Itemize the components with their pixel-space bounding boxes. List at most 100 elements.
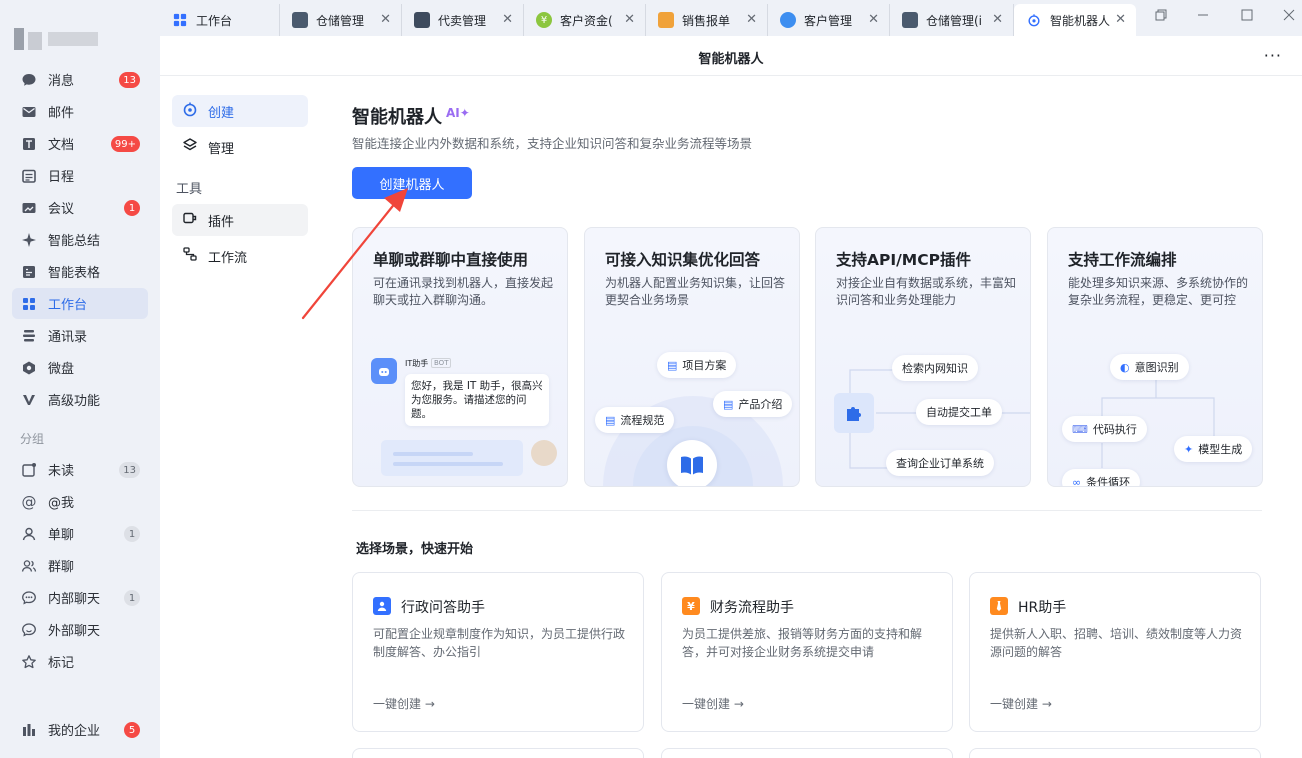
sidebar-item-docs[interactable]: 文档 99+ — [12, 128, 148, 159]
workflow-icon — [182, 246, 198, 266]
section-divider — [352, 510, 1262, 511]
close-icon[interactable]: ✕ — [746, 12, 757, 27]
tab-consignment[interactable]: 代卖管理 ✕ — [402, 4, 524, 36]
group-item-mentions[interactable]: @ @我 — [12, 486, 148, 517]
intent-icon: ◐ — [1120, 360, 1130, 374]
create-robot-button[interactable]: 创建机器人 — [352, 167, 472, 199]
sidebar-item-label: 消息 — [48, 74, 75, 89]
scene-card-finance[interactable]: ¥ 财务流程助手 为员工提供差旅、报销等财务方面的支持和解答，并可对接企业财务系… — [661, 572, 953, 732]
sidebar-item-drive[interactable]: 微盘 — [12, 352, 148, 383]
close-icon[interactable]: ✕ — [992, 12, 1003, 27]
table-icon — [20, 263, 38, 281]
unread-badge: 13 — [119, 72, 140, 88]
group-item-label: @我 — [48, 496, 75, 511]
tab-customer-mgmt[interactable]: 客户管理 ✕ — [768, 4, 890, 36]
feature-card-chat: 单聊或群聊中直接使用 可在通讯录找到机器人，直接发起聊天或拉入群聊沟通。 IT助… — [352, 227, 568, 487]
sidebar-item-label: 智能总结 — [48, 234, 101, 249]
subnav-workflow[interactable]: 工作流 — [172, 240, 308, 272]
group-item-direct[interactable]: 单聊 1 — [12, 518, 148, 549]
unread-badge: 99+ — [110, 136, 140, 152]
user-avatar[interactable] — [14, 28, 98, 50]
bot-avatar-icon — [371, 358, 397, 384]
sidebar-item-messages[interactable]: 消息 13 — [12, 64, 148, 95]
sidebar-item-workbench[interactable]: 工作台 — [12, 288, 148, 319]
sidebar-item-mail[interactable]: 邮件 — [12, 96, 148, 127]
sidebar-item-contacts[interactable]: 通讯录 — [12, 320, 148, 351]
group-item-internal[interactable]: 内部聊天 1 — [12, 582, 148, 613]
plugin-pill: 查询企业订单系统 — [886, 450, 994, 476]
tab-warehouse[interactable]: 仓储管理 ✕ — [280, 4, 402, 36]
group-item-label: 单聊 — [48, 528, 75, 543]
subnav-plugin[interactable]: 插件 — [172, 204, 308, 236]
tab-label: 智能机器人 — [1050, 13, 1111, 28]
restore-window-icon[interactable] — [1152, 6, 1170, 24]
sidebar-item-label: 文档 — [48, 138, 75, 153]
group-item-starred[interactable]: 标记 — [12, 646, 148, 677]
tab-sales-report[interactable]: 销售报单 ✕ — [646, 4, 768, 36]
tab-warehouse-2[interactable]: 仓储管理(i ✕ — [890, 4, 1014, 36]
hero-description: 智能连接企业内外数据和系统，支持企业知识问答和复杂业务流程等场景 — [352, 136, 753, 151]
sidebar-item-label: 高级功能 — [48, 394, 101, 409]
sidebar-item-calendar[interactable]: 日程 — [12, 160, 148, 191]
scene-description: 为员工提供差旅、报销等财务方面的支持和解答，并可对接企业财务系统提交申请 — [682, 627, 923, 659]
hero-title: 智能机器人 — [352, 107, 442, 128]
app-thumbnail-icon — [292, 12, 308, 28]
subnav-label: 创建 — [208, 105, 235, 121]
close-icon[interactable]: ✕ — [380, 12, 391, 27]
scene-card-partial[interactable] — [661, 748, 953, 758]
group-item-label: 标记 — [48, 656, 75, 671]
person-badge-icon — [373, 597, 391, 615]
tab-label: 代卖管理 — [438, 13, 487, 28]
scene-section-title: 选择场景，快速开始 — [356, 542, 474, 557]
person-icon — [20, 525, 38, 543]
unread-square-icon — [20, 461, 38, 479]
loop-icon: ∞ — [1072, 475, 1082, 487]
close-icon[interactable]: ✕ — [502, 12, 513, 27]
one-click-create-link[interactable]: 一键创建 → — [990, 695, 1052, 712]
tab-workbench[interactable]: 工作台 — [160, 4, 280, 36]
sidebar-item-smart-table[interactable]: 智能表格 — [12, 256, 148, 287]
tab-label: 工作台 — [196, 13, 233, 28]
grid-icon — [172, 12, 188, 28]
more-options-button[interactable]: ··· — [1264, 46, 1282, 65]
scene-card-admin[interactable]: 行政问答助手 可配置企业规章制度作为知识，为员工提供行政制度解答、办公指引 一键… — [352, 572, 644, 732]
group-item-groups[interactable]: 群聊 — [12, 550, 148, 581]
sidebar-item-meeting[interactable]: 会议 1 — [12, 192, 148, 223]
sidebar-item-smart-summary[interactable]: 智能总结 — [12, 224, 148, 255]
at-icon: @ — [21, 492, 37, 511]
workflow-pill: ✦ 模型生成 — [1174, 436, 1253, 462]
tab-customer-funds[interactable]: ¥ 客户资金( ✕ — [524, 4, 646, 36]
close-icon[interactable]: ✕ — [868, 12, 879, 27]
scene-card-partial[interactable] — [969, 748, 1261, 758]
subnav-create[interactable]: 创建 — [172, 95, 308, 127]
close-icon[interactable]: ✕ — [1115, 12, 1126, 27]
minimize-icon[interactable] — [1194, 6, 1212, 24]
people-icon — [20, 557, 38, 575]
group-item-unread[interactable]: 未读 13 — [12, 454, 148, 485]
close-window-icon[interactable] — [1280, 6, 1298, 24]
scene-card-partial[interactable] — [352, 748, 644, 758]
plugin-icon — [182, 210, 198, 230]
feature-description: 为机器人配置业务知识集，让回答更契合业务场景 — [605, 276, 786, 307]
maximize-icon[interactable] — [1238, 6, 1256, 24]
grid-icon — [20, 295, 38, 313]
bot-message-bubble: 您好，我是 IT 助手，很高兴为您服务。请描述您的问题。 — [405, 374, 549, 426]
tab-smart-robot[interactable]: 智能机器人 ✕ — [1014, 4, 1136, 36]
sidebar-item-advanced[interactable]: 高级功能 — [12, 384, 148, 415]
sidebar-item-enterprise[interactable]: 我的企业 5 — [12, 714, 148, 745]
group-item-external[interactable]: 外部聊天 — [12, 614, 148, 645]
sidebar-item-label: 通讯录 — [48, 330, 88, 345]
sidebar-item-label: 工作台 — [48, 298, 88, 313]
scene-title: 财务流程助手 — [710, 600, 794, 616]
left-sidebar: 消息 13 邮件 文档 99+ 日程 会议 1 智能总结 智能表格 工作台 通讯… — [0, 0, 160, 758]
report-icon — [658, 12, 674, 28]
one-click-create-link[interactable]: 一键创建 → — [682, 695, 744, 712]
close-icon[interactable]: ✕ — [624, 12, 635, 27]
sidebar-item-label: 我的企业 — [48, 724, 101, 739]
feature-title: 单聊或群聊中直接使用 — [373, 251, 529, 269]
one-click-create-link[interactable]: 一键创建 → — [373, 695, 435, 712]
subnav-manage[interactable]: 管理 — [172, 131, 308, 163]
mail-icon — [20, 103, 38, 121]
scene-title: HR助手 — [1018, 600, 1067, 616]
scene-card-hr[interactable]: HR助手 提供新人入职、招聘、培训、绩效制度等人力资源问题的解答 一键创建 → — [969, 572, 1261, 732]
